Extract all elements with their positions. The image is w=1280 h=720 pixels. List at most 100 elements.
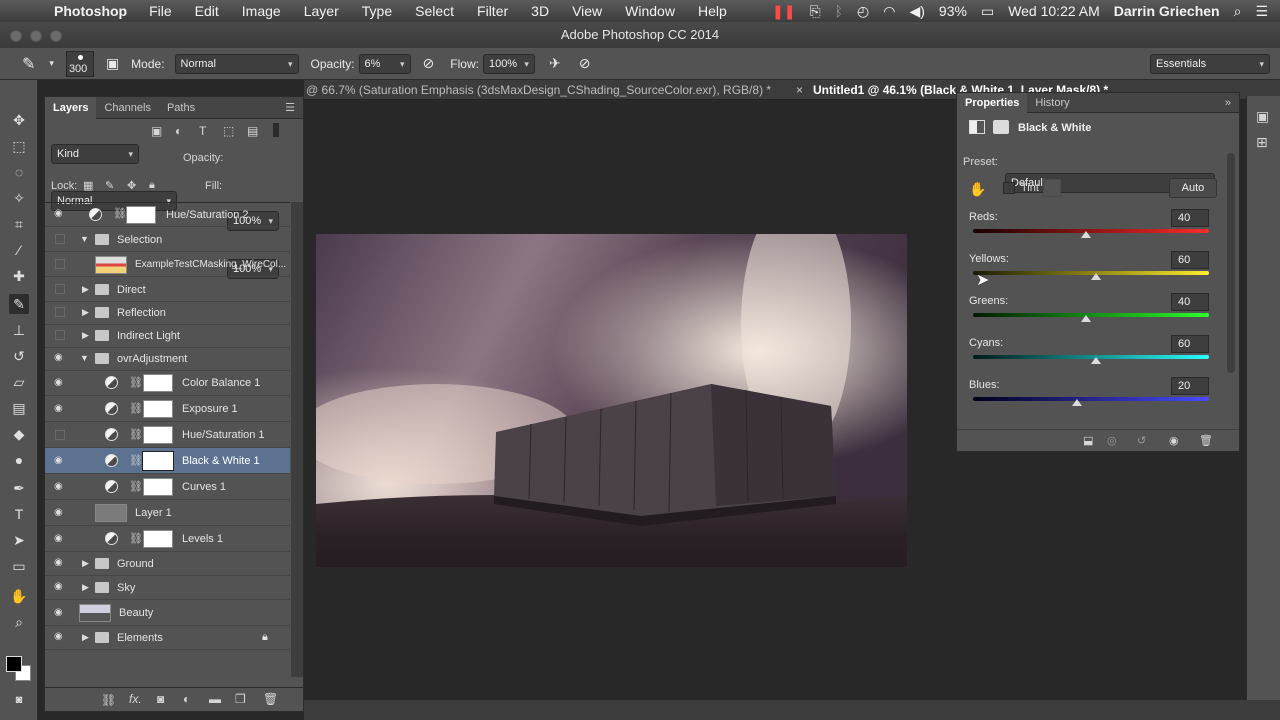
layer-row-ovradjustment[interactable]: ◉ ▼ ovrAdjustment (45, 347, 290, 371)
lasso-tool-icon[interactable]: ◌ (9, 162, 29, 182)
slider-track[interactable] (973, 397, 1209, 401)
filter-pixel-icon[interactable]: ▣ (151, 124, 162, 138)
visibility-eye-icon[interactable]: ◉ (54, 456, 66, 466)
menu-help[interactable]: Help (698, 3, 727, 19)
visibility-toggle[interactable] (55, 330, 65, 340)
libraries-panel-icon[interactable]: ⊞ (1256, 134, 1268, 151)
slider-thumb[interactable] (1090, 357, 1101, 364)
foreground-color-swatch[interactable] (6, 656, 22, 672)
doc-tab-1[interactable]: @ 66.7% (Saturation Emphasis (3dsMaxDesi… (306, 83, 771, 97)
menu-file[interactable]: File (149, 3, 172, 19)
slider-value-field[interactable]: 20 (1171, 377, 1209, 395)
marquee-tool-icon[interactable]: ⬚ (9, 136, 29, 156)
expand-triangle-icon[interactable]: ▶ (82, 632, 89, 643)
brush-tool-icon[interactable]: ✎ (22, 54, 35, 74)
layer-mask-thumbnail[interactable] (143, 478, 173, 496)
layer-row-beauty[interactable]: ◉ Beauty (45, 600, 290, 626)
slider-thumb[interactable] (1090, 273, 1101, 280)
reset-icon[interactable]: ↺ (1137, 434, 1146, 447)
visibility-eye-icon[interactable]: ◉ (54, 582, 66, 592)
expand-triangle-icon[interactable]: ▶ (82, 330, 89, 341)
visibility-eye-icon[interactable]: ◉ (54, 608, 66, 618)
eyedropper-tool-icon[interactable]: ⁄ (9, 240, 29, 260)
mask-link-icon[interactable]: ⛓ (129, 428, 143, 441)
layer-row-selection[interactable]: ▼ Selection (45, 228, 290, 252)
visibility-toggle[interactable] (55, 234, 65, 244)
lock-position-icon[interactable]: ✥ (127, 179, 136, 192)
properties-scrollbar[interactable] (1227, 153, 1235, 373)
time-machine-icon[interactable]: ◴ (857, 3, 869, 20)
toggle-visibility-icon[interactable]: ◉ (1169, 434, 1179, 447)
visibility-eye-icon[interactable]: ◉ (54, 508, 66, 518)
layer-row-sky[interactable]: ◉ ▶ Sky (45, 576, 290, 600)
clone-stamp-tool-icon[interactable]: ⊥ (9, 320, 29, 340)
visibility-eye-icon[interactable]: ◉ (54, 482, 66, 492)
filter-shape-icon[interactable]: ⬚ (223, 124, 234, 138)
layer-row-curves-1[interactable]: ◉ ⛓ Curves 1 (45, 474, 290, 500)
gradient-tool-icon[interactable]: ▤ (9, 398, 29, 418)
user-name[interactable]: Darrin Griechen (1114, 3, 1220, 19)
crop-tool-icon[interactable]: ⌗ (9, 214, 29, 234)
menu-view[interactable]: View (572, 3, 602, 19)
layer-row-hue-saturation-2[interactable]: ◉ ⛓ Hue/Saturation 2 (45, 203, 290, 227)
battery-percent[interactable]: 93% (939, 3, 967, 19)
airbrush-icon[interactable]: ✈ (549, 55, 561, 72)
pen-tool-icon[interactable]: ✒ (9, 478, 29, 498)
adjustment-panel-icon[interactable] (969, 120, 985, 134)
brush-panel-icon[interactable]: ▣ (106, 55, 119, 72)
panel-menu-icon[interactable]: ☰ (277, 101, 303, 114)
zoom-tool-icon[interactable]: ⌕ (9, 612, 29, 632)
layer-mask-thumbnail[interactable] (126, 206, 156, 224)
collapse-triangle-icon[interactable]: ▼ (80, 234, 89, 244)
collapse-panel-icon[interactable]: » (1217, 97, 1239, 109)
type-tool-icon[interactable]: T (9, 504, 29, 524)
history-brush-tool-icon[interactable]: ↺ (9, 346, 29, 366)
filter-type-icon[interactable]: T (199, 124, 206, 138)
filter-toggle-icon[interactable] (273, 123, 279, 137)
spotlight-icon[interactable]: ⌕ (1234, 3, 1242, 20)
new-layer-icon[interactable]: ❐ (235, 692, 246, 706)
layer-row-direct[interactable]: ▶ Direct (45, 278, 290, 302)
menu-layer[interactable]: Layer (304, 3, 339, 19)
mask-link-icon[interactable]: ⛓ (129, 454, 143, 467)
add-mask-icon[interactable]: ◙ (157, 692, 164, 706)
view-previous-state-icon[interactable]: ◎ (1107, 434, 1117, 447)
mask-link-icon[interactable]: ⛓ (129, 402, 143, 415)
menu-select[interactable]: Select (415, 3, 454, 19)
mask-link-icon[interactable]: ⛓ (129, 376, 143, 389)
slider-value-field[interactable]: 40 (1171, 293, 1209, 311)
move-tool-icon[interactable]: ✥ (9, 110, 29, 130)
visibility-eye-icon[interactable]: ◉ (54, 353, 66, 363)
slider-thumb[interactable] (1071, 399, 1082, 406)
volume-icon[interactable]: ◀) (909, 3, 924, 20)
layer-mask-thumbnail[interactable] (143, 374, 173, 392)
layer-row-elements[interactable]: ◉ ▶ Elements 🔒︎ (45, 626, 290, 650)
layer-row-reflection[interactable]: ▶ Reflection (45, 301, 290, 325)
healing-brush-tool-icon[interactable]: ✚ (9, 266, 29, 286)
pressure-size-icon[interactable]: ⊘ (579, 55, 591, 72)
flow-field[interactable]: 100% (482, 53, 535, 74)
visibility-toggle[interactable] (55, 259, 65, 269)
hand-tool-icon[interactable]: ✋ (9, 586, 29, 606)
filter-smart-object-icon[interactable]: ▤ (247, 124, 258, 138)
tab-layers[interactable]: Layers (45, 96, 97, 119)
filter-adjustment-icon[interactable]: ◐ (175, 124, 182, 138)
workspace-dropdown[interactable]: Essentials (1150, 53, 1270, 74)
mode-dropdown[interactable]: Normal (174, 53, 299, 74)
mask-link-icon[interactable]: ⛓ (113, 207, 127, 220)
quick-select-tool-icon[interactable]: ✧ (9, 188, 29, 208)
layer-mask-thumbnail[interactable] (142, 451, 174, 471)
menu-photoshop[interactable]: Photoshop (54, 3, 127, 19)
visibility-eye-icon[interactable]: ◉ (54, 558, 66, 568)
tab-channels[interactable]: Channels (96, 102, 158, 114)
pressure-opacity-icon[interactable]: ⊘ (423, 55, 435, 72)
clip-to-layer-icon[interactable]: ⬓ (1083, 434, 1093, 447)
brush-preset-picker[interactable]: 300 (65, 50, 94, 77)
layer-row-exposure-1[interactable]: ◉ ⛓ Exposure 1 (45, 396, 290, 422)
layers-scrollbar[interactable] (291, 202, 303, 677)
menu-edit[interactable]: Edit (195, 3, 219, 19)
delete-adjustment-icon[interactable]: 🗑︎ (1199, 434, 1213, 447)
visibility-eye-icon[interactable]: ◉ (54, 534, 66, 544)
visibility-toggle[interactable] (55, 284, 65, 294)
layer-style-fx-icon[interactable]: fx. (129, 692, 142, 706)
